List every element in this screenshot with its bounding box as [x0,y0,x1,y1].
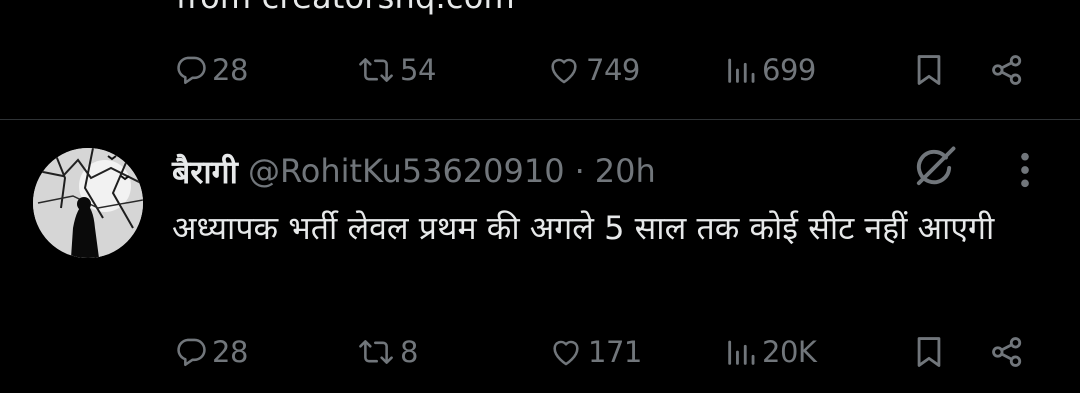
display-name[interactable]: बैरागी [172,150,238,193]
views-icon [724,53,758,87]
views-count: 699 [762,53,816,87]
repost-button[interactable]: 8 [356,322,418,382]
bookmark-button[interactable] [912,322,946,382]
previous-tweet-text: from creatorshq.com [176,0,515,16]
like-button[interactable]: 171 [548,322,642,382]
like-count: 171 [588,335,642,369]
bookmark-icon [912,334,946,370]
tweet-header: बैरागी @RohitKu53620910 · 20h [172,146,656,196]
tweet-divider [0,119,1080,120]
tweet-text: अध्यापक भर्ती लेवल प्रथम की अगले 5 साल त… [172,209,995,247]
user-handle[interactable]: @RohitKu53620910 [248,152,565,190]
reply-icon [174,335,208,369]
header-separator: · [574,152,585,190]
previous-tweet-action-bar: 28 54 749 699 [0,40,1080,100]
reply-button[interactable]: 28 [174,322,248,382]
views-icon [724,335,758,369]
repost-count: 8 [400,335,418,369]
tweet-timestamp[interactable]: 20h [595,152,656,190]
heart-icon [546,53,582,87]
share-button[interactable] [988,322,1026,382]
tweet-action-bar: 28 8 171 20K [0,322,1080,382]
repost-icon [356,53,396,87]
repost-button[interactable]: 54 [356,40,436,100]
more-icon[interactable] [1010,150,1040,190]
views-button[interactable]: 699 [724,40,816,100]
views-count: 20K [762,335,817,369]
reply-icon [174,53,208,87]
repost-icon [356,335,396,369]
share-icon [988,53,1026,87]
like-button[interactable]: 749 [546,40,640,100]
avatar[interactable] [33,148,143,258]
grok-icon[interactable] [908,142,960,194]
reply-count: 28 [212,335,248,369]
heart-icon [548,335,584,369]
reply-count: 28 [212,53,248,87]
share-icon [988,335,1026,369]
bookmark-button[interactable] [912,40,946,100]
reply-button[interactable]: 28 [174,40,248,100]
bookmark-icon [912,52,946,88]
repost-count: 54 [400,53,436,87]
share-button[interactable] [988,40,1026,100]
views-button[interactable]: 20K [724,322,817,382]
like-count: 749 [586,53,640,87]
